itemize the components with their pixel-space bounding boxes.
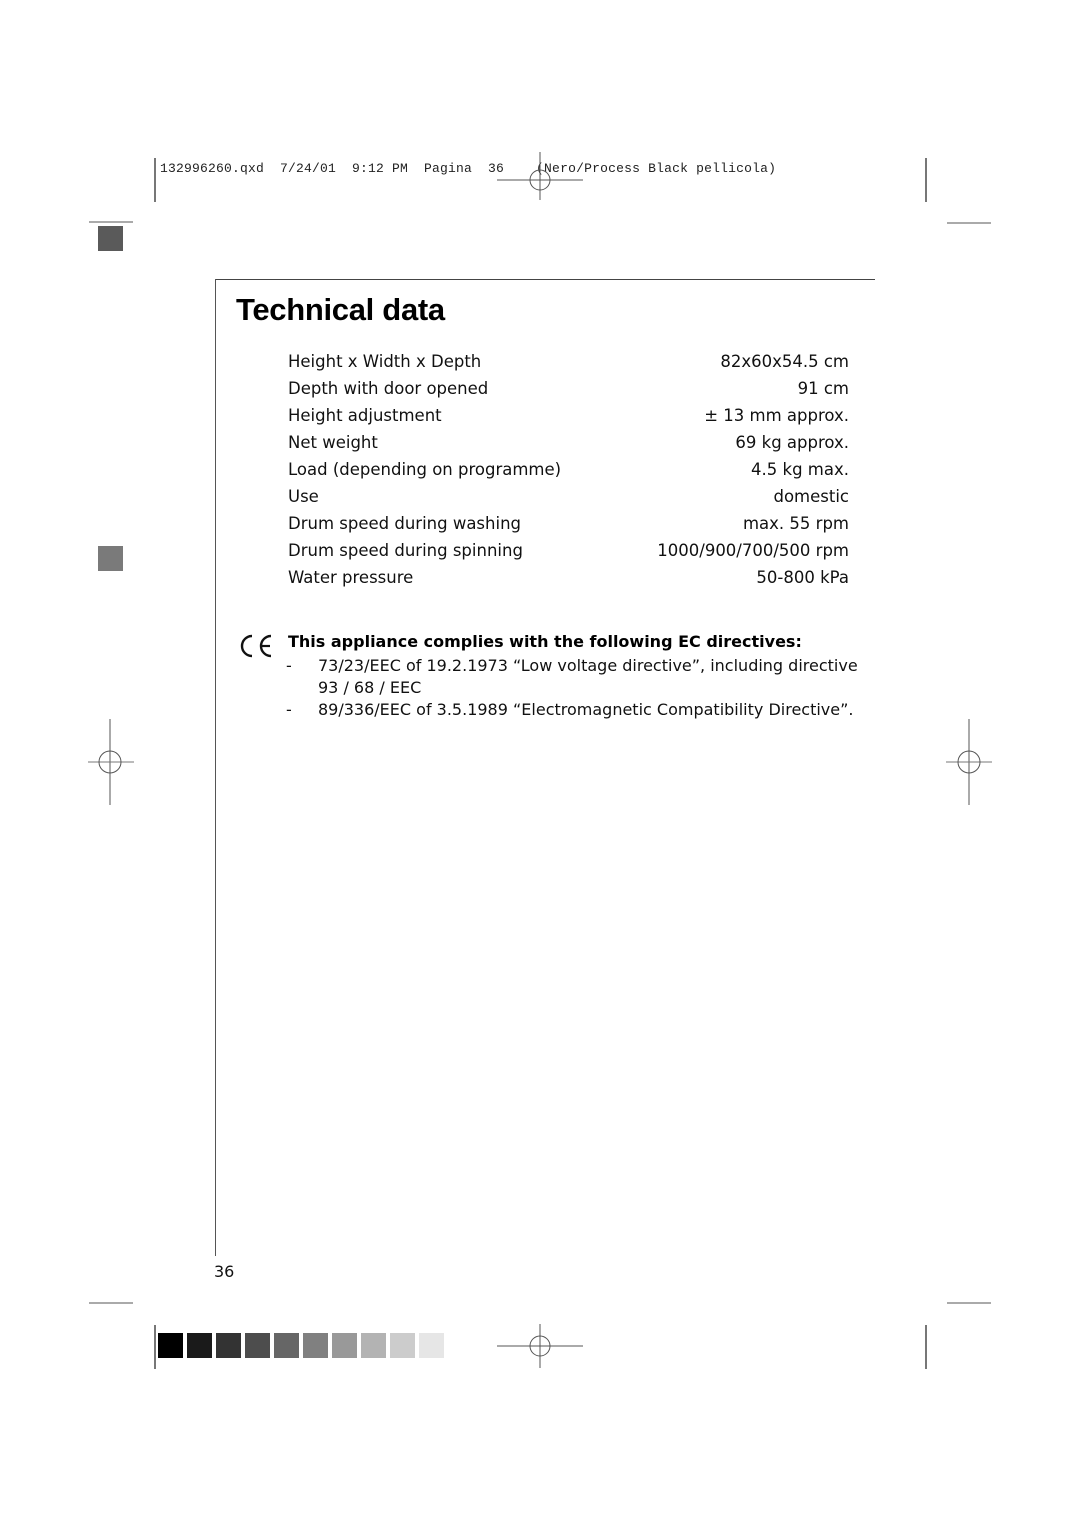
registration-mark-top-icon (497, 152, 583, 200)
spec-label: Water pressure (288, 568, 414, 587)
directive-item: - 89/336/EEC of 3.5.1989 “Electromagnetic… (286, 700, 854, 719)
directive-text: 89/336/EEC of 3.5.1989 “Electromagnetic … (318, 700, 854, 719)
spec-row: Net weight 69 kg approx. (288, 429, 849, 456)
spec-row: Load (depending on programme) 4.5 kg max. (288, 456, 849, 483)
print-slug: 132996260.qxd 7/24/01 9:12 PM Pagina 36 … (160, 161, 777, 176)
spec-value: max. 55 rpm (742, 514, 849, 533)
spec-label: Height x Width x Depth (288, 352, 482, 371)
crop-mark-top-left-horizontal (89, 221, 133, 223)
spec-label: Drum speed during washing (288, 514, 522, 533)
spec-row: Use domestic (288, 483, 849, 510)
side-marker-lower (98, 546, 123, 571)
compliance-heading: This appliance complies with the followi… (288, 632, 802, 651)
spec-row: Height adjustment ± 13 mm approx. (288, 402, 849, 429)
spec-value: 1000/900/700/500 rpm (657, 541, 849, 560)
spec-label: Height adjustment (288, 406, 442, 425)
header-rule (216, 279, 875, 280)
spec-value: 69 kg approx. (735, 433, 849, 452)
color-swatch (245, 1333, 270, 1358)
spec-label: Net weight (288, 433, 378, 452)
registration-mark-left-icon (88, 719, 134, 805)
spec-label: Load (depending on programme) (288, 460, 562, 479)
color-swatch (187, 1333, 212, 1358)
color-swatch (361, 1333, 386, 1358)
page-number: 36 (214, 1262, 235, 1281)
color-swatch (216, 1333, 241, 1358)
crop-mark-bottom-left-vertical (154, 1325, 156, 1369)
color-swatch (332, 1333, 357, 1358)
directive-text: 73/23/EEC of 19.2.1973 “Low voltage dire… (318, 656, 858, 675)
crop-mark-top-left-vertical (154, 158, 156, 202)
spec-value: 82x60x54.5 cm (720, 352, 849, 371)
spec-value: 50-800 kPa (756, 568, 849, 587)
spec-label: Depth with door opened (288, 379, 489, 398)
grayscale-color-bar (158, 1333, 444, 1358)
crop-mark-bottom-right-vertical (925, 1325, 927, 1369)
color-swatch (274, 1333, 299, 1358)
color-swatch (303, 1333, 328, 1358)
spec-label: Use (288, 487, 319, 506)
spec-value: 91 cm (797, 379, 849, 398)
crop-mark-bottom-right-horizontal (947, 1302, 991, 1304)
crop-mark-bottom-left-horizontal (89, 1302, 133, 1304)
directive-continuation: 93 / 68 / EEC (318, 678, 422, 697)
crop-mark-top-right-vertical (925, 158, 927, 202)
side-marker-upper (98, 226, 123, 251)
ce-mark-icon (238, 634, 274, 664)
color-swatch (390, 1333, 415, 1358)
color-swatch (419, 1333, 444, 1358)
spec-row: Water pressure 50-800 kPa (288, 564, 849, 591)
left-margin-rule (215, 279, 216, 1256)
spec-label: Drum speed during spinning (288, 541, 523, 560)
registration-mark-bottom-icon (497, 1324, 583, 1368)
crop-mark-top-right-horizontal (947, 222, 991, 224)
page-title: Technical data (236, 292, 445, 327)
spec-value: 4.5 kg max. (751, 460, 849, 479)
color-swatch (158, 1333, 183, 1358)
registration-mark-right-icon (946, 719, 992, 805)
spec-value: domestic (773, 487, 849, 506)
spec-row: Drum speed during spinning 1000/900/700/5… (288, 537, 849, 564)
directive-item: - 73/23/EEC of 19.2.1973 “Low voltage dir… (286, 656, 858, 675)
directive-bullet: - (286, 656, 292, 675)
directive-bullet: - (286, 700, 292, 719)
spec-value: ± 13 mm approx. (704, 406, 849, 425)
spec-row: Drum speed during washing max. 55 rpm (288, 510, 849, 537)
spec-row: Height x Width x Depth 82x60x54.5 cm (288, 348, 849, 375)
spec-row: Depth with door opened 91 cm (288, 375, 849, 402)
spec-table: Height x Width x Depth 82x60x54.5 cm Depth… (288, 348, 849, 591)
